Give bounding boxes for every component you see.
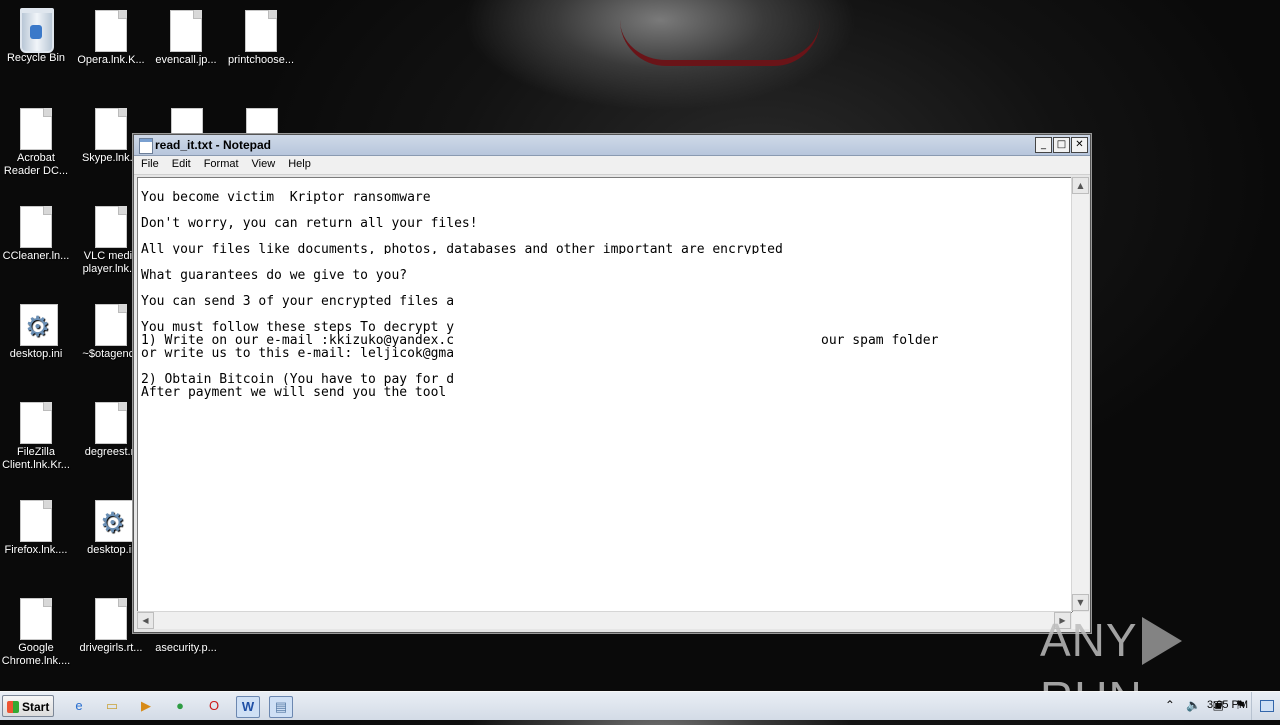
menu-file[interactable]: File <box>134 156 165 170</box>
text-line: All your files like documents, photos, d… <box>141 243 783 254</box>
start-button[interactable]: Start <box>2 695 54 717</box>
text-line: our spam folder <box>821 333 939 348</box>
settings-file-icon <box>20 304 58 346</box>
word-icon[interactable]: W <box>236 696 260 718</box>
desktop-icon-recycle-bin[interactable]: Recycle Bin <box>0 8 74 65</box>
chevron-up-icon[interactable]: ⌃ <box>1165 698 1175 712</box>
file-icon <box>95 10 127 52</box>
media-player-icon[interactable]: ▶ <box>135 696 157 716</box>
file-icon <box>20 598 52 640</box>
desktop-icon-printchoose[interactable]: printchoose... <box>223 10 299 67</box>
text-line: After payment we will send you the tool <box>141 385 447 400</box>
minimize-button[interactable]: _ <box>1035 137 1052 153</box>
file-icon <box>95 304 127 346</box>
desktop-icon-ccleaner[interactable]: CCleaner.ln... <box>0 206 74 263</box>
scroll-left-icon[interactable]: ◀ <box>137 612 154 629</box>
scroll-up-icon[interactable]: ▲ <box>1072 177 1089 194</box>
text-line: You can send 3 of your encrypted files a <box>141 294 455 309</box>
file-icon <box>20 402 52 444</box>
file-icon <box>20 500 52 542</box>
desktop-icon-firefox[interactable]: Firefox.lnk.... <box>0 500 74 557</box>
desktop-icon-filezilla[interactable]: FileZilla Client.lnk.Kr... <box>0 402 74 472</box>
text-line: You become victim Kriptor ransomware <box>141 190 431 205</box>
settings-file-icon <box>95 500 133 542</box>
wallpaper-joker-smile <box>620 20 820 66</box>
menu-help[interactable]: Help <box>281 156 317 170</box>
file-icon <box>95 206 127 248</box>
horizontal-scrollbar[interactable]: ◀ ▶ <box>137 611 1071 629</box>
title-bar[interactable]: read_it.txt - Notepad _ □ ✕ <box>134 135 1090 156</box>
desktop-icon-opera[interactable]: Opera.lnk.K... <box>73 10 149 67</box>
text-line: Don't worry, you can return all your fil… <box>141 216 478 231</box>
file-icon <box>170 10 202 52</box>
recycle-bin-icon <box>20 8 54 53</box>
file-icon <box>20 206 52 248</box>
desktop-icon-chrome[interactable]: Google Chrome.lnk.... <box>0 598 74 668</box>
opera-icon[interactable]: O <box>203 696 225 716</box>
menu-view[interactable]: View <box>245 156 282 170</box>
menu-bar: File Edit Format View Help <box>134 156 1090 175</box>
show-desktop-button[interactable] <box>1251 692 1280 720</box>
notepad-window[interactable]: read_it.txt - Notepad _ □ ✕ File Edit Form… <box>133 134 1091 633</box>
desktop-icon-desktop-ini[interactable]: desktop.ini <box>0 304 74 361</box>
window-title: read_it.txt - Notepad <box>155 138 272 152</box>
clock[interactable]: 3:05 PM <box>1207 699 1248 711</box>
vertical-scrollbar[interactable]: ▲ ▼ <box>1071 177 1089 611</box>
windows-logo-icon <box>7 701 19 713</box>
file-icon <box>95 598 127 640</box>
desktop-icon-acrobat[interactable]: Acrobat Reader DC... <box>0 108 74 178</box>
text-editor[interactable]: You become victim Kriptor ransomware Don… <box>137 177 1073 613</box>
file-icon <box>171 108 203 136</box>
text-file-icon <box>246 108 278 136</box>
speaker-icon[interactable]: 🔈 <box>1186 698 1201 712</box>
text-line: What guarantees do we give to you? <box>141 268 408 283</box>
internet-explorer-icon[interactable]: e <box>68 696 90 716</box>
file-icon <box>95 402 127 444</box>
taskbar: Start e ▭ ▶ ● O W ▤ ⌃ 🔈 ▣ ⚑ 3:05 PM <box>0 691 1280 720</box>
file-icon <box>20 108 52 150</box>
text-line: or write us to this e-mail: leljicok@gma <box>141 346 455 361</box>
close-button[interactable]: ✕ <box>1071 137 1088 153</box>
desktop-icon-evencall[interactable]: evencall.jp... <box>148 10 224 67</box>
file-icon <box>95 108 127 150</box>
notepad-icon <box>139 138 153 154</box>
chrome-icon[interactable]: ● <box>169 696 191 716</box>
scroll-down-icon[interactable]: ▼ <box>1072 594 1089 611</box>
maximize-button[interactable]: □ <box>1053 137 1070 153</box>
notepad-taskbar-icon[interactable]: ▤ <box>269 696 293 718</box>
play-icon <box>1141 616 1182 665</box>
menu-format[interactable]: Format <box>197 156 245 170</box>
file-icon <box>245 10 277 52</box>
menu-edit[interactable]: Edit <box>165 156 197 170</box>
folder-icon[interactable]: ▭ <box>101 696 123 716</box>
